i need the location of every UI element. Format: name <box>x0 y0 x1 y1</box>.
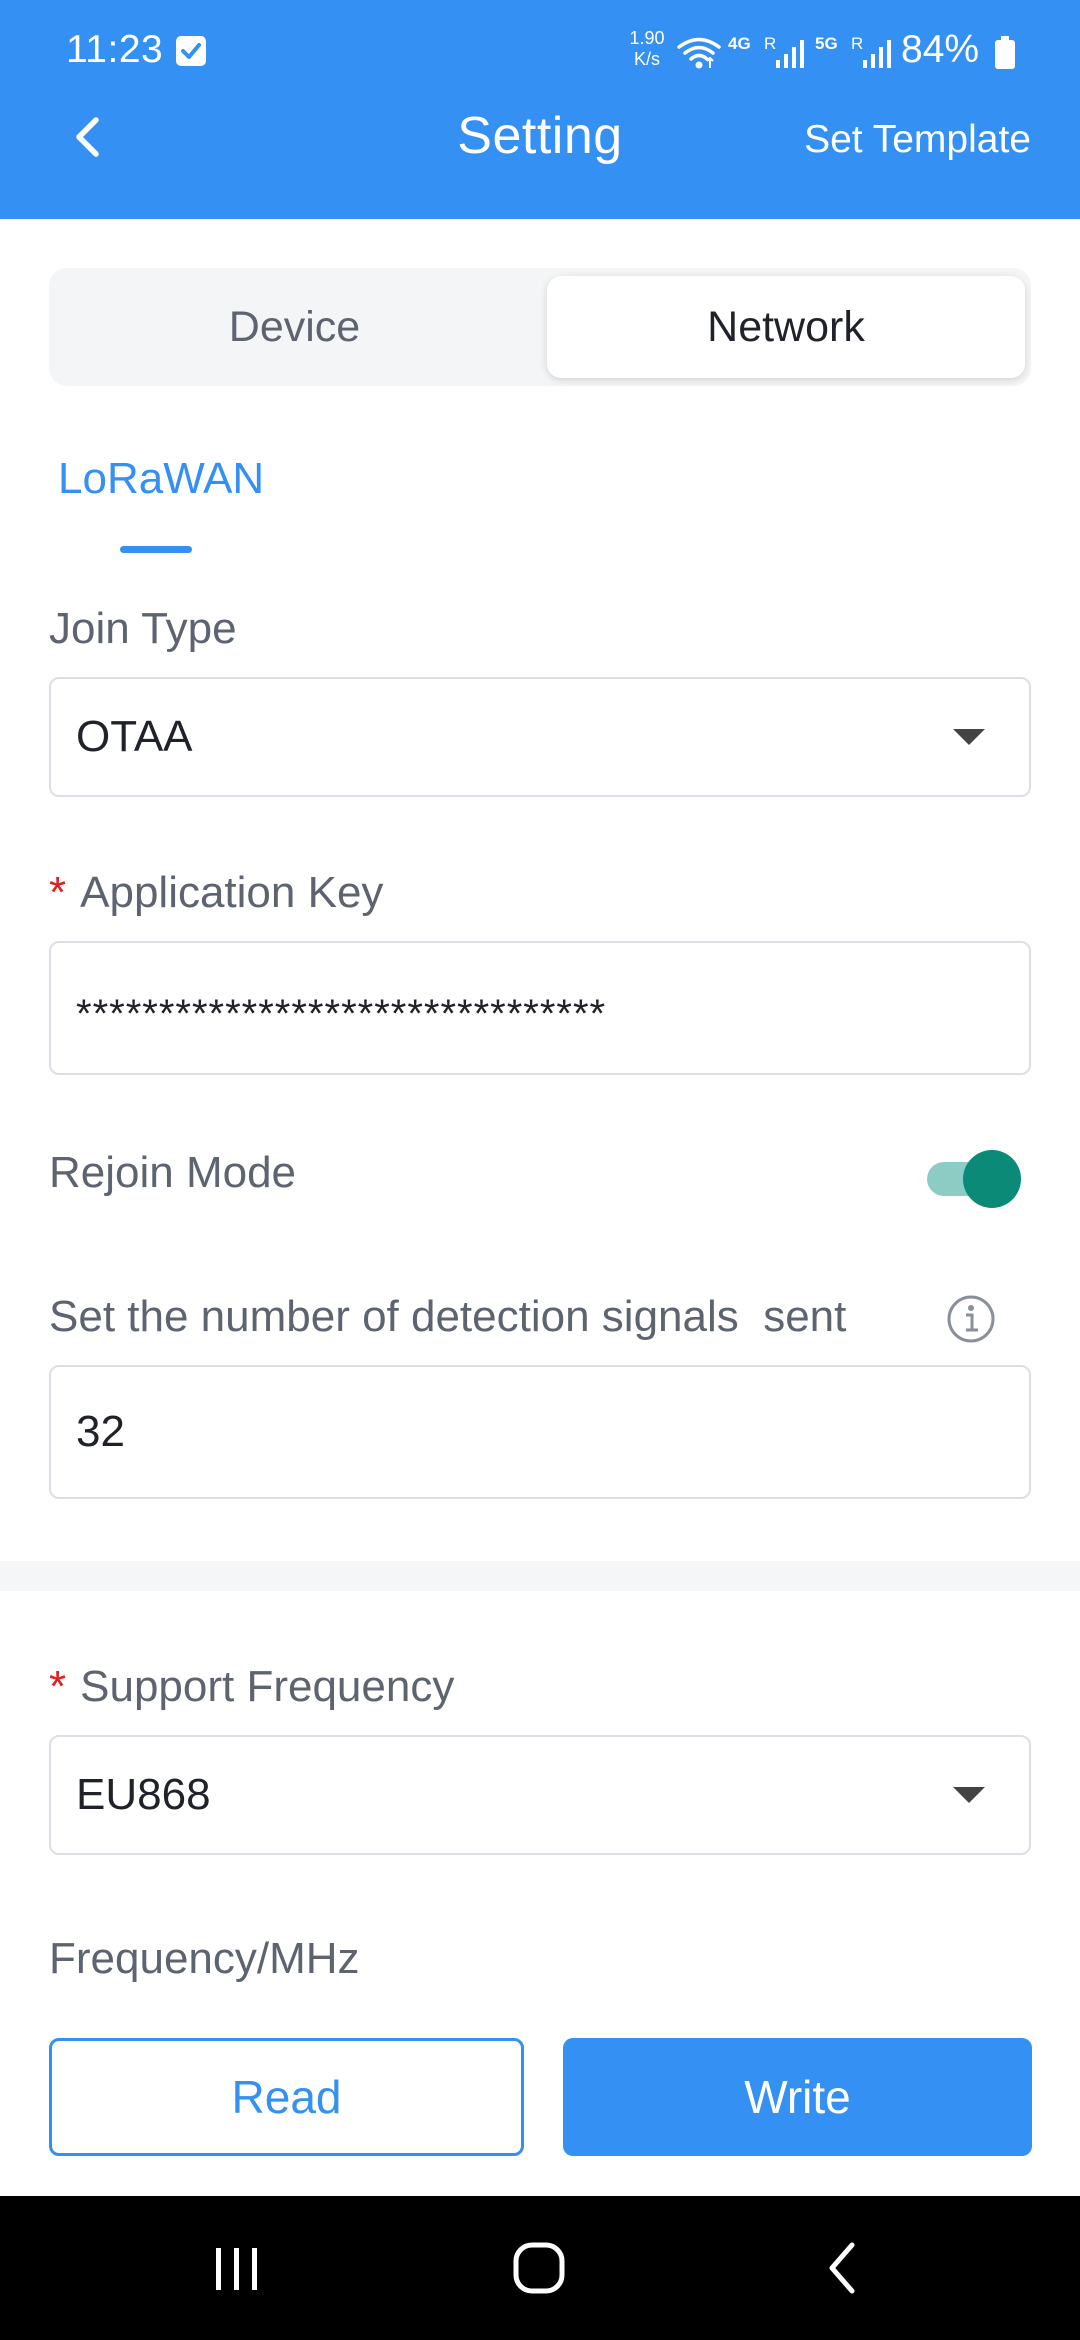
required-mark: * <box>49 1662 67 1711</box>
network-speed: 1.90 K/s <box>622 28 672 70</box>
support-frequency-label-text: Support Frequency <box>80 1662 455 1711</box>
home-icon[interactable] <box>510 2240 570 2301</box>
detection-signals-value: 32 <box>76 1407 125 1456</box>
set-template-button[interactable]: Set Template <box>804 118 1031 162</box>
subtab-lorawan[interactable]: LoRaWAN <box>58 454 264 504</box>
speed-unit: K/s <box>633 49 660 69</box>
signal-icon-1: 4G R <box>728 34 810 70</box>
recent-apps-icon[interactable] <box>210 2240 264 2301</box>
rejoin-mode-toggle[interactable] <box>923 1148 1025 1208</box>
join-type-label: Join Type <box>49 604 237 653</box>
net2-label: 5G <box>815 34 838 53</box>
frequency-label: Frequency/MHz <box>49 1934 360 1983</box>
tab-device[interactable]: Device <box>49 268 540 386</box>
wifi-icon <box>676 36 722 75</box>
required-mark: * <box>49 868 67 917</box>
back-icon[interactable] <box>820 2240 864 2301</box>
subtab-active-indicator <box>120 546 192 553</box>
signal-bars-icon <box>776 40 804 68</box>
app-header: 11:23 1.90 K/s 4G R 5G R 84% Setting Set… <box>0 0 1080 219</box>
support-frequency-value: EU868 <box>76 1770 211 1819</box>
net2-roaming: R <box>851 34 864 53</box>
status-bar: 11:23 1.90 K/s 4G R 5G R 84% <box>0 0 1080 100</box>
section-divider <box>0 1561 1080 1591</box>
support-frequency-select[interactable]: EU868 <box>49 1735 1031 1855</box>
toggle-knob <box>963 1150 1021 1208</box>
speed-value: 1.90 <box>629 28 665 48</box>
application-key-input[interactable]: ******************************** <box>49 941 1031 1075</box>
caret-down-icon <box>953 1787 985 1803</box>
application-key-value: ******************************** <box>76 991 607 1036</box>
support-frequency-label: * Support Frequency <box>49 1662 454 1712</box>
signal-icon-2: 5G R <box>815 34 897 70</box>
tab-network[interactable]: Network <box>547 276 1025 378</box>
application-key-label-text: Application Key <box>80 868 384 917</box>
net1-label: 4G <box>728 34 751 53</box>
join-type-value: OTAA <box>76 712 193 761</box>
application-key-label: * Application Key <box>49 868 383 918</box>
write-button[interactable]: Write <box>563 2038 1032 2156</box>
battery-icon <box>994 36 1016 75</box>
caret-down-icon <box>953 729 985 745</box>
detection-signals-label: Set the number of detection signals sent <box>49 1292 847 1341</box>
net1-roaming: R <box>764 34 777 53</box>
read-button[interactable]: Read <box>49 2038 524 2156</box>
rejoin-mode-label: Rejoin Mode <box>49 1148 297 1197</box>
status-time: 11:23 <box>66 28 164 71</box>
battery-percent: 84% <box>901 28 980 71</box>
check-notification-icon <box>176 36 206 66</box>
settings-tab-switch: Device Network <box>49 268 1031 386</box>
info-icon[interactable] <box>946 1294 996 1349</box>
join-type-select[interactable]: OTAA <box>49 677 1031 797</box>
signal-bars-icon <box>863 40 891 68</box>
detection-signals-input[interactable]: 32 <box>49 1365 1031 1499</box>
system-nav-bar <box>0 2196 1080 2340</box>
